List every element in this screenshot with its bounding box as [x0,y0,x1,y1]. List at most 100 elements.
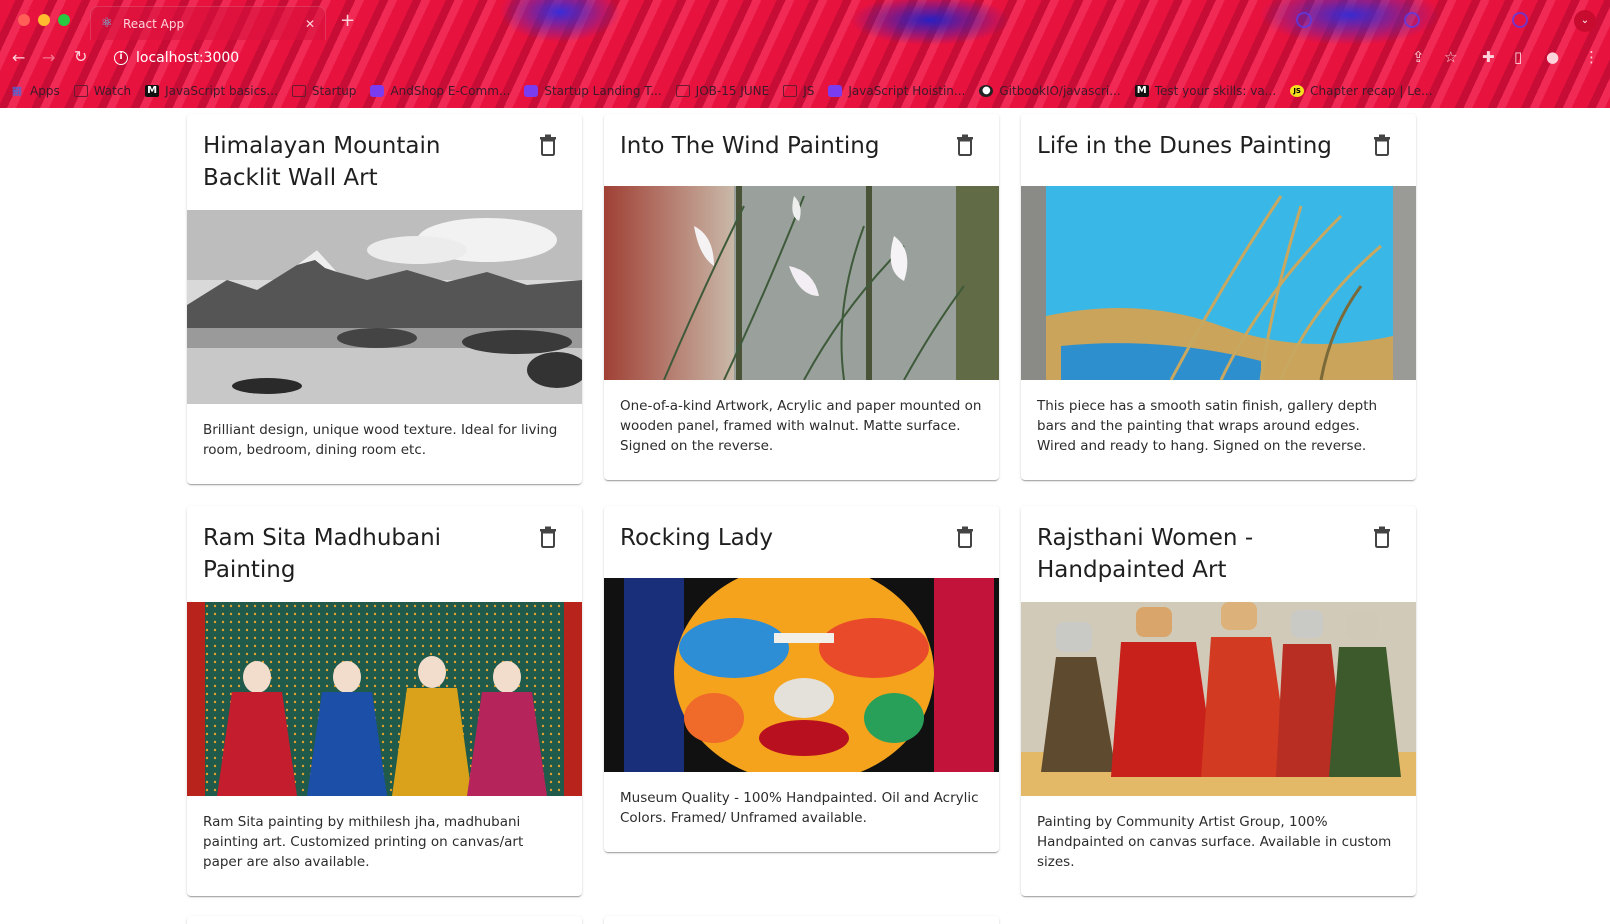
tab-close-icon[interactable]: ✕ [305,17,315,31]
tab-react-app[interactable]: ⚛ React App ✕ [90,6,326,40]
bookmark-item[interactable]: JS Chapter recap | Le... [1290,84,1433,98]
card-description: Brilliant design, unique wood texture. I… [203,422,558,458]
react-favicon-icon: ⚛ [101,15,113,31]
artwork-card: Rajsthani Women - Handpainted Art Painti… [1021,506,1416,896]
card-header: Rocking Lady [604,506,999,578]
back-arrow-icon[interactable]: ← [12,48,25,67]
bookmark-label: JS [803,84,815,98]
card-description: Painting by Community Artist Group, 100%… [1037,814,1392,870]
site-icon [524,85,539,97]
extensions-puzzle-icon[interactable]: ✚ [1482,48,1495,66]
delete-trash-icon[interactable] [955,134,975,156]
card-body: Brilliant design, unique wood texture. I… [187,404,582,484]
card-header: Ram Sita Madhubani Painting [187,506,582,602]
artwork-card: Ram Sita Madhubani Painting Ram Sita pai… [187,506,582,896]
forward-arrow-icon[interactable]: → [42,48,55,67]
artwork-image [187,602,582,796]
maximize-window-button[interactable] [58,14,70,26]
bookmark-item[interactable]: M JavaScript basics... [145,84,278,98]
bookmarks-bar: ▦ Apps Watch M JavaScript basics... Startup An… [0,78,1610,104]
bookmark-label: JOB-15 JUNE [695,84,770,98]
card-header: Into The Wind Painting [604,114,999,186]
artwork-image [1021,602,1416,796]
delete-trash-icon[interactable] [1372,526,1392,548]
delete-trash-icon[interactable] [538,134,558,156]
tab-strip: ⚛ React App ✕ + ⌄ [0,0,1610,40]
bookmark-label: JavaScript basics... [165,84,278,98]
artwork-image [604,186,999,380]
artwork-image [1021,186,1416,380]
browser-chrome: ⚛ React App ✕ + ⌄ ← → ↻ i localhost:3000… [0,0,1610,108]
card-title: Rocking Lady [620,525,773,551]
delete-trash-icon[interactable] [955,526,975,548]
new-tab-button[interactable]: + [340,10,355,31]
bookmark-label: GitbookIO/javascri... [999,84,1121,98]
profile-avatar-icon[interactable]: ● [1546,48,1559,66]
share-icon[interactable]: ⇪ [1412,48,1425,66]
folder-icon [73,85,88,97]
bookmark-label: Chapter recap | Le... [1310,84,1433,98]
bookmark-label: AndShop E-Comm... [390,84,511,98]
site-icon [370,85,385,97]
card-body: One-of-a-kind Artwork, Acrylic and paper… [604,380,999,480]
medium-icon: M [1134,85,1149,97]
decorative-circle-icon [1512,12,1528,28]
bookmark-label: Startup [311,84,357,98]
card-header: Life in the Dunes Painting [1021,114,1416,186]
url-text[interactable]: localhost:3000 [136,50,239,66]
card-header: Himalayan Mountain Backlit Wall Art [187,114,582,210]
bookmark-label: Startup Landing T... [544,84,662,98]
tab-title: React App [123,16,185,31]
bookmark-item[interactable]: JavaScript Hoistin... [828,84,965,98]
bookmark-item[interactable]: JOB-15 JUNE [675,84,770,98]
bookmark-item[interactable]: ● GitbookIO/javascri... [979,84,1121,98]
card-header: Rajsthani Women - Handpainted Art [1021,506,1416,602]
delete-trash-icon[interactable] [538,526,558,548]
reload-icon[interactable]: ↻ [74,47,87,66]
card-body: Museum Quality - 100% Handpainted. Oil a… [604,772,999,852]
delete-trash-icon[interactable] [1372,134,1392,156]
card-body: Ram Sita painting by mithilesh jha, madh… [187,796,582,896]
medium-icon: M [145,85,160,97]
folder-icon [783,85,798,97]
art-gallery-page: Himalayan Mountain Backlit Wall Art Bril… [0,108,1610,924]
artwork-card: Into The Wind Painting One-of-a-kind Art… [604,114,999,480]
apps-grid-icon: ▦ [11,84,23,97]
bookmark-item[interactable]: Watch [73,84,132,98]
card-body: Painting by Community Artist Group, 100%… [1021,796,1416,896]
kebab-menu-icon[interactable]: ⋮ [1584,48,1599,66]
artwork-card: Rocking Lady Museum Quality - 100% Handp… [604,506,999,852]
minimize-window-button[interactable] [38,14,50,26]
artwork-card: Himalayan Mountain Backlit Wall Art Bril… [187,114,582,484]
bookmark-item[interactable]: ▦ Apps [10,84,60,98]
close-window-button[interactable] [18,14,30,26]
bookmark-label: Apps [30,84,60,98]
github-icon: ● [979,85,994,97]
bookmark-item[interactable]: M Test your skills: va... [1134,84,1277,98]
card-title: Ram Sita Madhubani Painting [203,525,442,583]
card-title: Himalayan Mountain Backlit Wall Art [203,133,441,191]
bookmark-label: JavaScript Hoistin... [848,84,966,98]
bookmark-item[interactable]: AndShop E-Comm... [370,84,510,98]
reading-list-icon[interactable]: ▯ [1514,48,1522,66]
card-description: This piece has a smooth satin finish, ga… [1037,398,1378,454]
site-icon [828,85,843,97]
bookmark-item[interactable]: Startup [291,84,357,98]
card-description: Museum Quality - 100% Handpainted. Oil a… [620,790,979,826]
card-title: Into The Wind Painting [620,133,880,159]
card-title: Life in the Dunes Painting [1037,133,1332,159]
decorative-circle-icon [1404,12,1420,28]
address-bar[interactable]: i localhost:3000 [104,44,1404,72]
bookmark-star-icon[interactable]: ☆ [1444,48,1457,66]
site-info-icon[interactable]: i [114,51,128,65]
artwork-card: Life in the Dunes Painting This piece ha… [1021,114,1416,480]
folder-icon [291,85,306,97]
js-icon: JS [1290,85,1305,97]
bookmark-item[interactable]: JS [783,84,814,98]
artwork-card-partial [604,916,999,924]
card-body: This piece has a smooth satin finish, ga… [1021,380,1416,480]
bookmark-label: Test your skills: va... [1154,84,1277,98]
bookmark-label: Watch [93,84,132,98]
bookmark-item[interactable]: Startup Landing T... [524,84,662,98]
tab-search-button[interactable]: ⌄ [1574,10,1596,32]
